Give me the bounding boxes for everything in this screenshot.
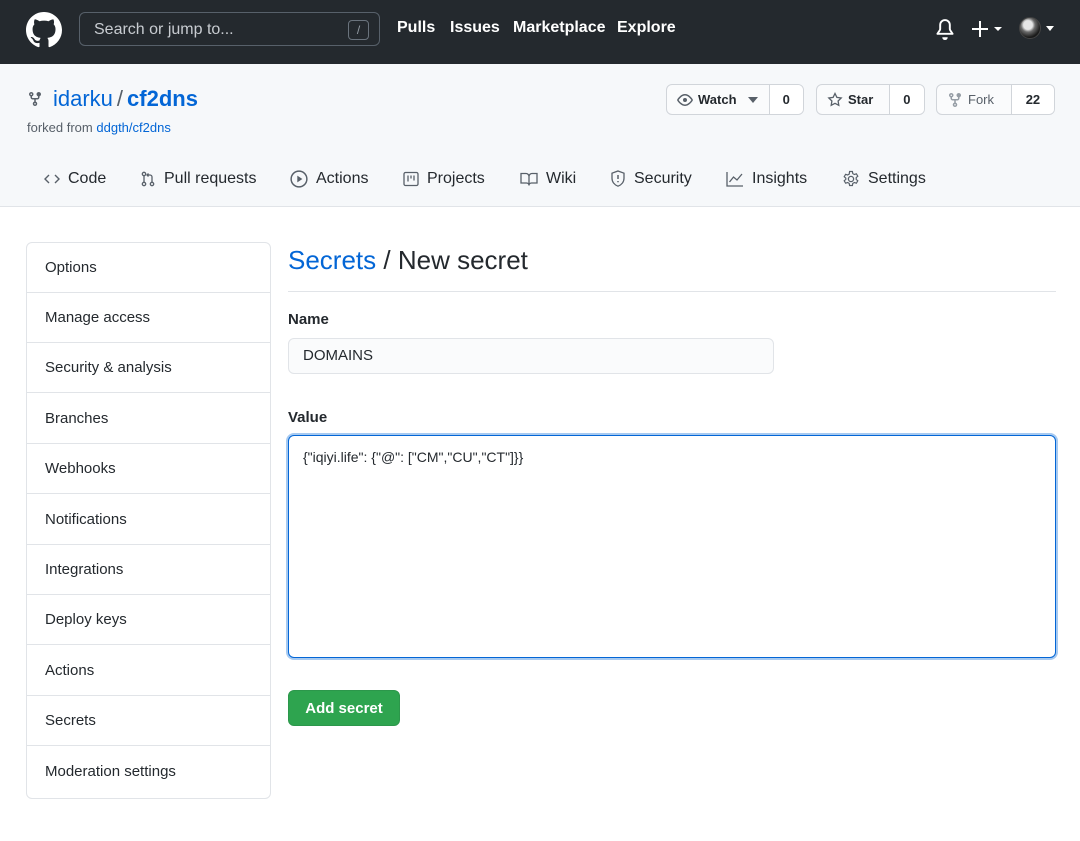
forked-from-link[interactable]: ddgth/cf2dns: [96, 120, 170, 135]
tab-insights[interactable]: Insights: [726, 170, 807, 188]
nav-pulls[interactable]: Pulls: [397, 19, 435, 37]
sidebar-item-secrets[interactable]: Secrets: [27, 696, 270, 746]
sidebar-item-deploy-keys[interactable]: Deploy keys: [27, 595, 270, 645]
sidebar-item-notifications[interactable]: Notifications: [27, 495, 270, 545]
gear-icon: [843, 170, 859, 187]
star-button[interactable]: Star: [817, 85, 890, 114]
sidebar-item-moderation-settings[interactable]: Moderation settings: [27, 747, 270, 797]
create-new-plus-icon[interactable]: [970, 16, 1004, 42]
value-label: Value: [288, 409, 328, 426]
github-logo-icon[interactable]: [26, 12, 62, 48]
project-icon: [403, 171, 419, 187]
tab-insights-label: Insights: [752, 170, 808, 187]
sidebar-item-options[interactable]: Options: [27, 243, 270, 293]
fork-button-group: Fork 22: [936, 84, 1055, 115]
add-secret-button[interactable]: Add secret: [288, 690, 400, 726]
repo-title: idarku / cf2dns: [53, 86, 198, 112]
breadcrumb-secrets-link[interactable]: Secrets: [288, 245, 376, 275]
tab-security-label: Security: [634, 170, 692, 187]
tab-wiki[interactable]: Wiki: [520, 170, 576, 188]
fork-label: Fork: [968, 92, 994, 107]
chevron-down-icon: [747, 96, 758, 103]
tab-projects[interactable]: Projects: [403, 170, 485, 188]
repository-header: idarku / cf2dns forked from ddgth/cf2dns W…: [0, 64, 1080, 207]
forked-from-label: forked from: [27, 120, 93, 135]
star-button-group: Star 0: [816, 84, 925, 115]
sidebar-item-branches[interactable]: Branches: [27, 394, 270, 444]
repo-owner-link[interactable]: idarku: [53, 86, 113, 111]
tab-projects-label: Projects: [427, 170, 485, 187]
tab-security[interactable]: Security: [610, 170, 692, 188]
code-icon: [44, 174, 60, 184]
sidebar-item-integrations[interactable]: Integrations: [27, 545, 270, 595]
page-title-text: New secret: [397, 245, 528, 275]
tab-actions-label: Actions: [316, 170, 369, 187]
fork-button[interactable]: Fork: [937, 85, 1012, 114]
tab-code-label: Code: [68, 170, 107, 187]
heading-divider: [288, 291, 1056, 292]
search-shortcut-badge: /: [348, 20, 369, 40]
repo-forked-icon: [949, 92, 961, 107]
repo-forked-icon: [29, 92, 41, 107]
repo-title-separator: /: [116, 86, 124, 111]
forked-from: forked from ddgth/cf2dns: [27, 120, 171, 135]
sidebar-item-manage-access[interactable]: Manage access: [27, 293, 270, 343]
tab-actions[interactable]: Actions: [290, 170, 368, 188]
watch-count[interactable]: 0: [769, 85, 803, 114]
shield-icon: [611, 170, 625, 187]
watch-button[interactable]: Watch: [667, 85, 770, 114]
tab-pull-requests[interactable]: Pull requests: [140, 170, 257, 188]
eye-icon: [677, 93, 693, 106]
avatar: [1019, 17, 1041, 39]
search-placeholder: Search or jump to...: [94, 21, 234, 38]
play-icon: [290, 170, 308, 188]
nav-issues[interactable]: Issues: [450, 19, 500, 37]
global-header: Search or jump to... / Pulls Issues Mark…: [0, 0, 1080, 64]
sidebar-item-webhooks[interactable]: Webhooks: [27, 444, 270, 494]
book-icon: [520, 172, 538, 186]
watch-label: Watch: [698, 92, 737, 107]
secret-value-textarea[interactable]: {"iqiyi.life": {"@": ["CM","CU","CT"]}}: [288, 435, 1056, 658]
name-label: Name: [288, 311, 329, 328]
nav-explore[interactable]: Explore: [617, 19, 676, 37]
secret-name-input[interactable]: DOMAINS: [288, 338, 774, 374]
git-pull-request-icon: [141, 171, 155, 187]
fork-count[interactable]: 22: [1011, 85, 1054, 114]
notifications-bell-icon[interactable]: [934, 18, 956, 40]
settings-sidebar: Options Manage access Security & analysi…: [26, 242, 271, 799]
graph-icon: [726, 172, 743, 187]
tab-settings[interactable]: Settings: [842, 170, 926, 188]
breadcrumb-separator: /: [383, 245, 391, 275]
tab-wiki-label: Wiki: [546, 170, 577, 187]
tab-settings-label: Settings: [868, 170, 926, 187]
chevron-down-icon: [1046, 26, 1054, 31]
sidebar-item-actions[interactable]: Actions: [27, 646, 270, 696]
star-label: Star: [848, 92, 874, 107]
sidebar-item-security-analysis[interactable]: Security & analysis: [27, 343, 270, 393]
repo-name-link[interactable]: cf2dns: [127, 86, 198, 111]
page-title: Secrets / New secret: [288, 245, 528, 276]
tab-pull-requests-label: Pull requests: [164, 170, 257, 187]
star-count[interactable]: 0: [889, 85, 924, 114]
search-input[interactable]: Search or jump to... /: [79, 12, 380, 46]
user-menu[interactable]: [1019, 17, 1059, 43]
nav-marketplace[interactable]: Marketplace: [513, 19, 606, 37]
star-icon: [827, 91, 843, 106]
watch-button-group: Watch 0: [666, 84, 804, 115]
tab-code[interactable]: Code: [44, 170, 106, 188]
